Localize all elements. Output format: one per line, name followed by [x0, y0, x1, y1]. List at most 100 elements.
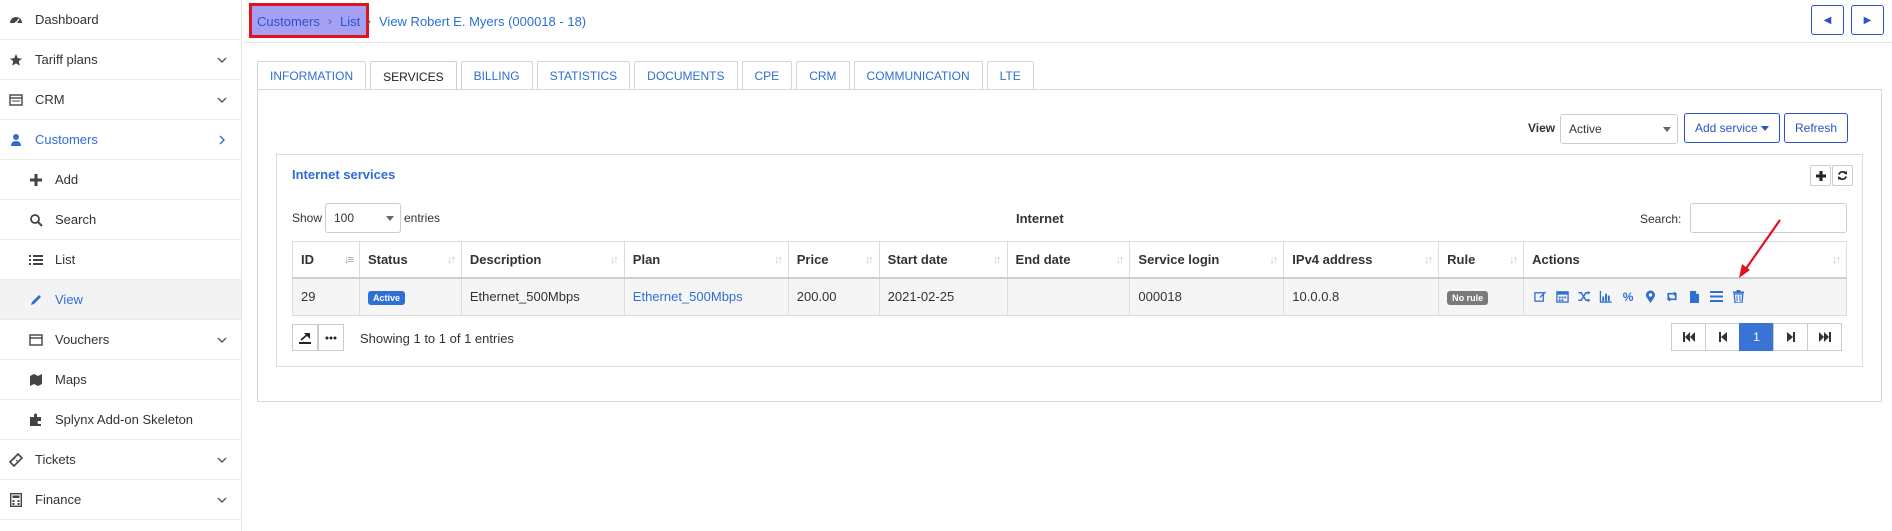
tab-information[interactable]: INFORMATION	[257, 61, 367, 90]
sidebar-item-finance[interactable]: Finance	[0, 480, 241, 520]
sidebar-item-label: Finance	[35, 492, 82, 507]
sidebar-item-label: List	[55, 252, 76, 267]
percent-icon[interactable]: %	[1620, 289, 1636, 305]
sidebar-item-dashboard[interactable]: Dashboard	[0, 0, 241, 40]
view-label: View	[1528, 121, 1556, 135]
sidebar-item-tariff-plans[interactable]: Tariff plans	[0, 40, 241, 80]
view-filter-value: Active	[1569, 122, 1602, 136]
tab-crm[interactable]: CRM	[796, 61, 850, 90]
document-icon[interactable]	[1686, 289, 1702, 305]
sidebar-item-label: Add	[55, 172, 79, 187]
search-icon	[28, 212, 44, 228]
tab-statistics[interactable]: STATISTICS	[536, 61, 631, 90]
column-header-id[interactable]: ID ↓≡	[292, 241, 360, 279]
shuffle-icon[interactable]	[1576, 289, 1592, 305]
breadcrumb-separator: ›	[328, 14, 332, 28]
column-header-actions[interactable]: Actions ↓↑	[1523, 241, 1847, 279]
services-table: ID ↓≡ Status ↓↑ Description ↓↑ Plan ↓↑ Price…	[292, 241, 1847, 316]
calendar-icon[interactable]	[1554, 289, 1570, 305]
tab-communication[interactable]: COMMUNICATION	[853, 61, 983, 90]
sidebar-item-vouchers[interactable]: Vouchers	[0, 320, 241, 360]
tab-lte[interactable]: LTE	[986, 61, 1034, 90]
sidebar-item-label: Tickets	[35, 452, 76, 467]
tab-services[interactable]: SERVICES	[370, 61, 457, 91]
column-label: Start date	[887, 251, 948, 267]
sidebar-item-crm[interactable]: CRM	[0, 80, 241, 120]
prev-record-button[interactable]: ◀	[1811, 5, 1844, 35]
tab-documents[interactable]: DOCUMENTS	[634, 61, 738, 90]
breadcrumb-separator: ›	[367, 14, 371, 28]
export-button[interactable]	[292, 324, 318, 351]
status-badge: Active	[367, 291, 405, 306]
plan-link[interactable]: Ethernet_500Mbps	[633, 289, 743, 304]
refresh-button[interactable]: Refresh	[1784, 113, 1848, 143]
breadcrumb-customers[interactable]: Customers	[257, 14, 320, 29]
cell-end-date	[1006, 277, 1131, 316]
ticket-icon	[8, 452, 24, 468]
sort-icon: ↓↑	[1424, 254, 1433, 266]
next-page-button[interactable]	[1773, 323, 1808, 351]
sidebar-item-search[interactable]: Search	[0, 200, 241, 240]
map-marker-icon[interactable]	[1642, 289, 1658, 305]
map-icon	[28, 372, 44, 388]
column-header-price[interactable]: Price ↓↑	[787, 241, 880, 279]
sidebar-item-label: Dashboard	[35, 12, 99, 27]
show-label: Show	[292, 211, 323, 225]
column-header-plan[interactable]: Plan ↓↑	[623, 241, 789, 279]
view-filter-select[interactable]: Active	[1560, 114, 1678, 144]
sidebar-item-maps[interactable]: Maps	[0, 360, 241, 400]
column-header-status[interactable]: Status ↓↑	[358, 241, 462, 279]
chevron-right-icon[interactable]	[215, 133, 229, 147]
column-header-description[interactable]: Description ↓↑	[460, 241, 625, 279]
dashboard-icon	[8, 12, 24, 28]
sidebar-item-view[interactable]: View	[0, 280, 241, 320]
refresh-icon[interactable]	[1832, 165, 1853, 186]
column-header-end-date[interactable]: End date ↓↑	[1006, 241, 1131, 279]
annotation-arrow	[1739, 219, 1781, 278]
bar-chart-icon[interactable]	[1598, 289, 1614, 305]
page-size-select[interactable]: 100	[325, 203, 401, 233]
sidebar-item-list[interactable]: List	[0, 240, 241, 280]
sidebar-item-customers[interactable]: Customers	[0, 120, 241, 160]
chevron-down-icon[interactable]	[215, 93, 229, 107]
sort-icon: ↓↑	[864, 254, 874, 266]
add-service-button[interactable]: Add service	[1684, 113, 1780, 143]
retweet-icon[interactable]	[1664, 289, 1680, 305]
column-header-rule[interactable]: Rule ↓↑	[1438, 241, 1525, 279]
cell-id: 29	[292, 277, 360, 316]
trash-icon[interactable]	[1730, 289, 1746, 305]
table-header-row: ID ↓≡ Status ↓↑ Description ↓↑ Plan ↓↑ Price…	[292, 241, 1847, 279]
sidebar: Dashboard Tariff plans CRM Customers Add…	[0, 0, 242, 531]
search-label: Search:	[1640, 212, 1682, 226]
add-icon[interactable]	[1810, 165, 1831, 186]
sidebar-item-addon-skeleton[interactable]: Splynx Add-on Skeleton	[0, 400, 241, 440]
caret-down-icon	[386, 216, 394, 221]
prev-page-button[interactable]	[1705, 323, 1740, 351]
more-options-button[interactable]	[318, 324, 344, 351]
next-record-button[interactable]: ▶	[1851, 5, 1884, 35]
menu-lines-icon[interactable]	[1708, 289, 1724, 305]
edit-icon[interactable]	[1532, 289, 1548, 305]
breadcrumb-list[interactable]: List	[340, 14, 360, 29]
chevron-down-icon[interactable]	[215, 53, 229, 67]
plus-icon	[28, 172, 44, 188]
cell-actions: %	[1523, 277, 1847, 316]
chevron-down-icon[interactable]	[215, 453, 229, 467]
column-header-service-login[interactable]: Service login ↓↑	[1129, 241, 1285, 279]
column-header-start-date[interactable]: Start date ↓↑	[878, 241, 1008, 279]
tab-billing[interactable]: BILLING	[460, 61, 533, 90]
page-number-button[interactable]: 1	[1739, 323, 1774, 351]
sidebar-item-label: View	[55, 292, 83, 307]
sort-icon: ↓↑	[1115, 254, 1124, 266]
sort-icon: ↓≡	[344, 254, 354, 266]
tab-cpe[interactable]: CPE	[741, 61, 793, 90]
sidebar-item-tickets[interactable]: Tickets	[0, 440, 241, 480]
cell-price: 200.00	[787, 277, 880, 316]
sidebar-item-label: CRM	[35, 92, 65, 107]
column-header-ipv4[interactable]: IPv4 address ↓↑	[1283, 241, 1440, 279]
first-page-button[interactable]	[1671, 323, 1706, 351]
sidebar-item-add[interactable]: Add	[0, 160, 241, 200]
chevron-down-icon[interactable]	[215, 493, 229, 507]
chevron-down-icon[interactable]	[215, 333, 229, 347]
last-page-button[interactable]	[1807, 323, 1842, 351]
